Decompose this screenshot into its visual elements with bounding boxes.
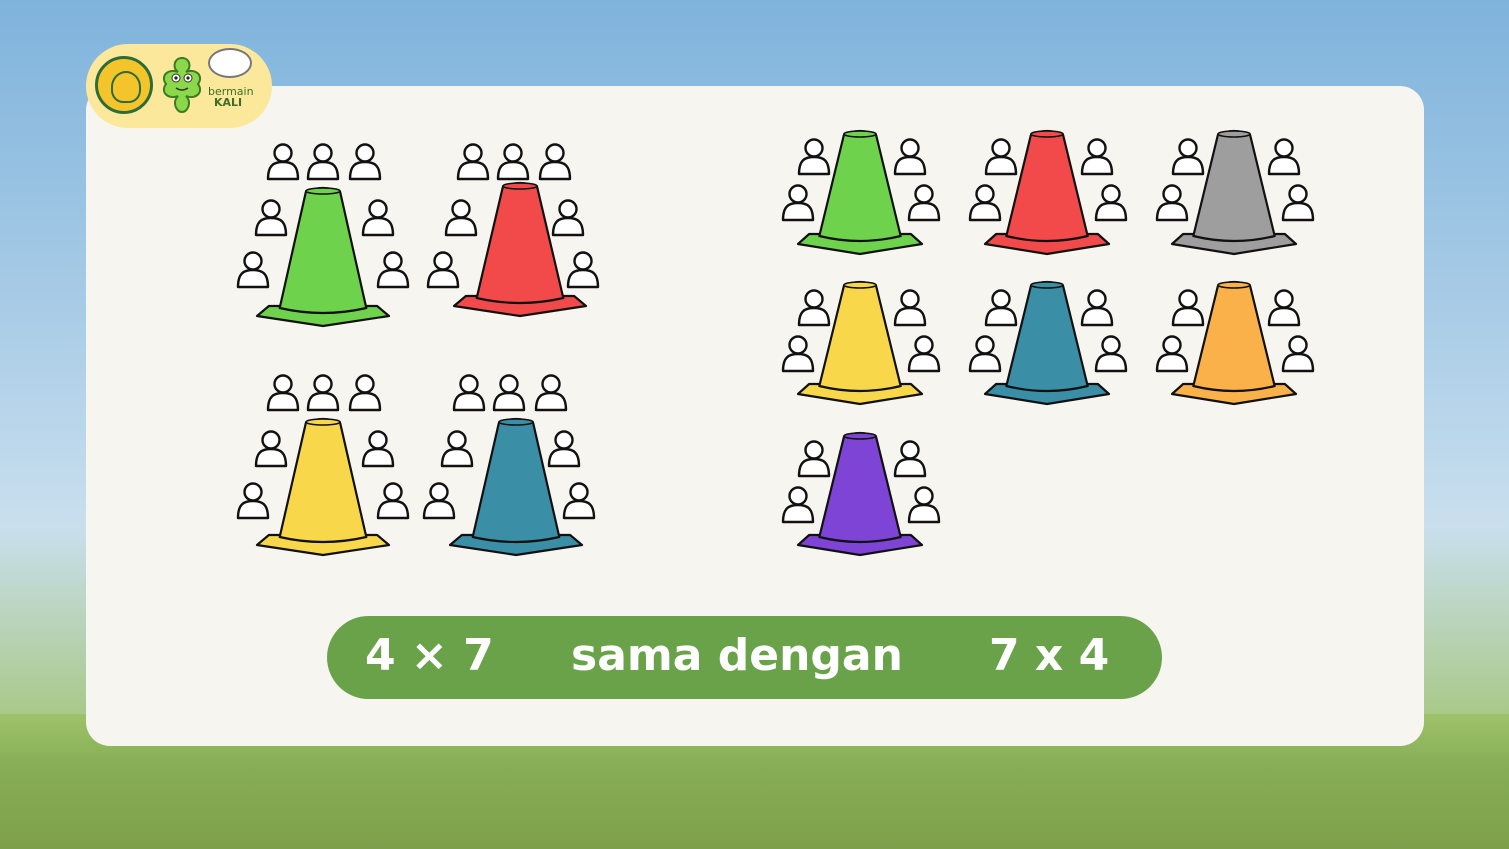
person-icon (236, 482, 270, 520)
person-icon (496, 143, 530, 181)
person-icon (984, 138, 1018, 176)
person-icon (361, 199, 395, 237)
person-icon (1171, 289, 1205, 327)
person-icon (236, 251, 270, 289)
person-icon (376, 482, 410, 520)
person-icon (1094, 184, 1128, 222)
person-icon (376, 251, 410, 289)
left-expression: 4 × 7 (365, 630, 494, 681)
person-icon (797, 138, 831, 176)
person-icon (422, 482, 456, 520)
person-icon (1267, 138, 1301, 176)
person-icon (968, 184, 1002, 222)
right-expression: 7 x 4 (989, 630, 1110, 681)
person-icon (907, 335, 941, 373)
person-icon (361, 430, 395, 468)
person-icon (781, 486, 815, 524)
person-icon (1080, 138, 1114, 176)
person-icon (797, 440, 831, 478)
person-icon (566, 251, 600, 289)
person-icon (426, 251, 460, 289)
person-icon (893, 440, 927, 478)
person-icon (306, 374, 340, 412)
person-icon (781, 184, 815, 222)
person-icon (348, 143, 382, 181)
person-icon (266, 374, 300, 412)
person-icon (348, 374, 382, 412)
person-icon (968, 335, 1002, 373)
person-icon (1267, 289, 1301, 327)
person-icon (907, 184, 941, 222)
person-icon (781, 335, 815, 373)
person-icon (440, 430, 474, 468)
person-icon (562, 482, 596, 520)
person-icon (452, 374, 486, 412)
person-icon (1281, 335, 1315, 373)
person-icon (984, 289, 1018, 327)
equation-middle-text: sama dengan (571, 630, 903, 681)
person-icon (444, 199, 478, 237)
person-icon (1155, 335, 1189, 373)
person-icon (1171, 138, 1205, 176)
person-icon (1080, 289, 1114, 327)
person-icon (492, 374, 526, 412)
person-icon (306, 143, 340, 181)
person-icon (797, 289, 831, 327)
person-icon (1094, 335, 1128, 373)
person-icon (456, 143, 490, 181)
equation-banner: 4 × 7 sama dengan 7 x 4 (327, 616, 1162, 699)
person-icon (254, 199, 288, 237)
person-icon (538, 143, 572, 181)
person-icon (551, 199, 585, 237)
person-icon (1281, 184, 1315, 222)
person-icon (547, 430, 581, 468)
person-icon (907, 486, 941, 524)
person-icon (1155, 184, 1189, 222)
person-icon (893, 138, 927, 176)
person-icon (254, 430, 288, 468)
person-icon (534, 374, 568, 412)
person-icon (266, 143, 300, 181)
cone-groups-illustration (236, 129, 1315, 557)
person-icon (893, 289, 927, 327)
